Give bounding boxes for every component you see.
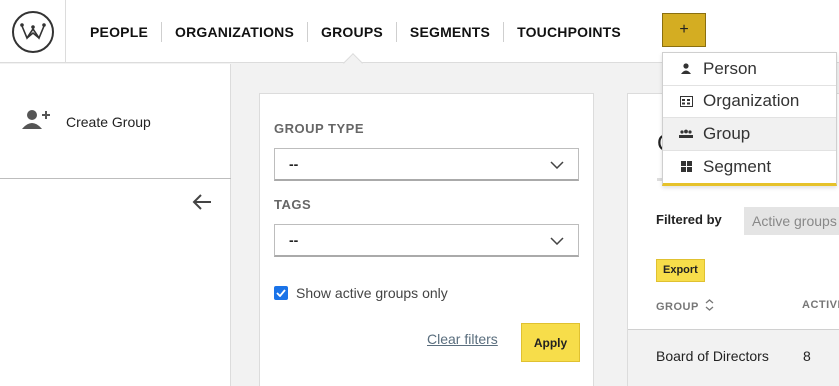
- tags-value: --: [289, 232, 299, 248]
- menu-item-label: Person: [703, 58, 757, 78]
- filter-chip[interactable]: Active groups: [744, 207, 839, 235]
- main-nav: PEOPLE ORGANIZATIONS GROUPS SEGMENTS TOU…: [77, 0, 634, 63]
- logo-cell[interactable]: [0, 0, 66, 63]
- menu-item-group[interactable]: Group: [663, 118, 836, 151]
- column-header-label: GROUP: [656, 300, 699, 313]
- menu-item-person[interactable]: Person: [663, 53, 836, 86]
- nav-segments[interactable]: SEGMENTS: [397, 21, 505, 42]
- filter-panel: GROUP TYPE -- TAGS -- Show active groups…: [259, 93, 594, 386]
- table-row[interactable]: Board of Directors 8: [628, 330, 839, 386]
- create-group-button[interactable]: Create Group: [22, 109, 151, 134]
- menu-item-organization[interactable]: Organization: [663, 86, 836, 118]
- export-button[interactable]: Export: [656, 259, 705, 282]
- add-new-button[interactable]: +: [662, 13, 706, 47]
- active-groups-label: Show active groups only: [296, 285, 448, 301]
- group-type-select[interactable]: --: [274, 148, 579, 181]
- column-header-group[interactable]: GROUP: [656, 299, 714, 314]
- group-icon: [679, 127, 693, 141]
- tags-select[interactable]: --: [274, 224, 579, 257]
- menu-item-label: Organization: [703, 91, 800, 111]
- menu-item-segment[interactable]: Segment: [663, 151, 836, 184]
- chevron-down-icon: [550, 232, 564, 248]
- sort-icon: [705, 299, 714, 314]
- create-group-label: Create Group: [66, 113, 151, 130]
- group-name-cell[interactable]: Board of Directors: [656, 348, 769, 364]
- add-user-icon: [22, 109, 50, 134]
- active-groups-checkbox-row[interactable]: Show active groups only: [274, 285, 448, 301]
- crown-logo-icon[interactable]: [11, 10, 54, 53]
- chevron-down-icon: [550, 156, 564, 172]
- sidebar-divider: [0, 178, 231, 179]
- tags-label: TAGS: [274, 197, 312, 212]
- nav-people[interactable]: PEOPLE: [77, 21, 162, 42]
- apply-button[interactable]: Apply: [521, 323, 580, 362]
- arrow-left-icon[interactable]: [191, 192, 213, 212]
- clear-filters-link[interactable]: Clear filters: [427, 331, 498, 347]
- group-type-value: --: [289, 156, 299, 172]
- active-groups-checkbox[interactable]: [274, 286, 288, 300]
- segment-icon: [679, 160, 693, 174]
- filtered-by-label: Filtered by: [656, 212, 722, 227]
- add-new-menu: Person Organization Group Segment: [662, 52, 837, 186]
- organization-icon: [679, 94, 693, 108]
- active-count-cell: 8: [803, 348, 811, 364]
- menu-item-label: Segment: [703, 156, 772, 176]
- nav-groups[interactable]: GROUPS: [308, 21, 397, 42]
- sidebar: Create Group: [0, 64, 231, 386]
- column-header-active[interactable]: ACTIVE: [802, 299, 839, 311]
- nav-organizations[interactable]: ORGANIZATIONS: [162, 21, 309, 42]
- group-type-label: GROUP TYPE: [274, 121, 365, 136]
- menu-item-label: Group: [703, 123, 751, 143]
- nav-touchpoints[interactable]: TOUCHPOINTS: [504, 22, 634, 42]
- person-icon: [679, 62, 693, 76]
